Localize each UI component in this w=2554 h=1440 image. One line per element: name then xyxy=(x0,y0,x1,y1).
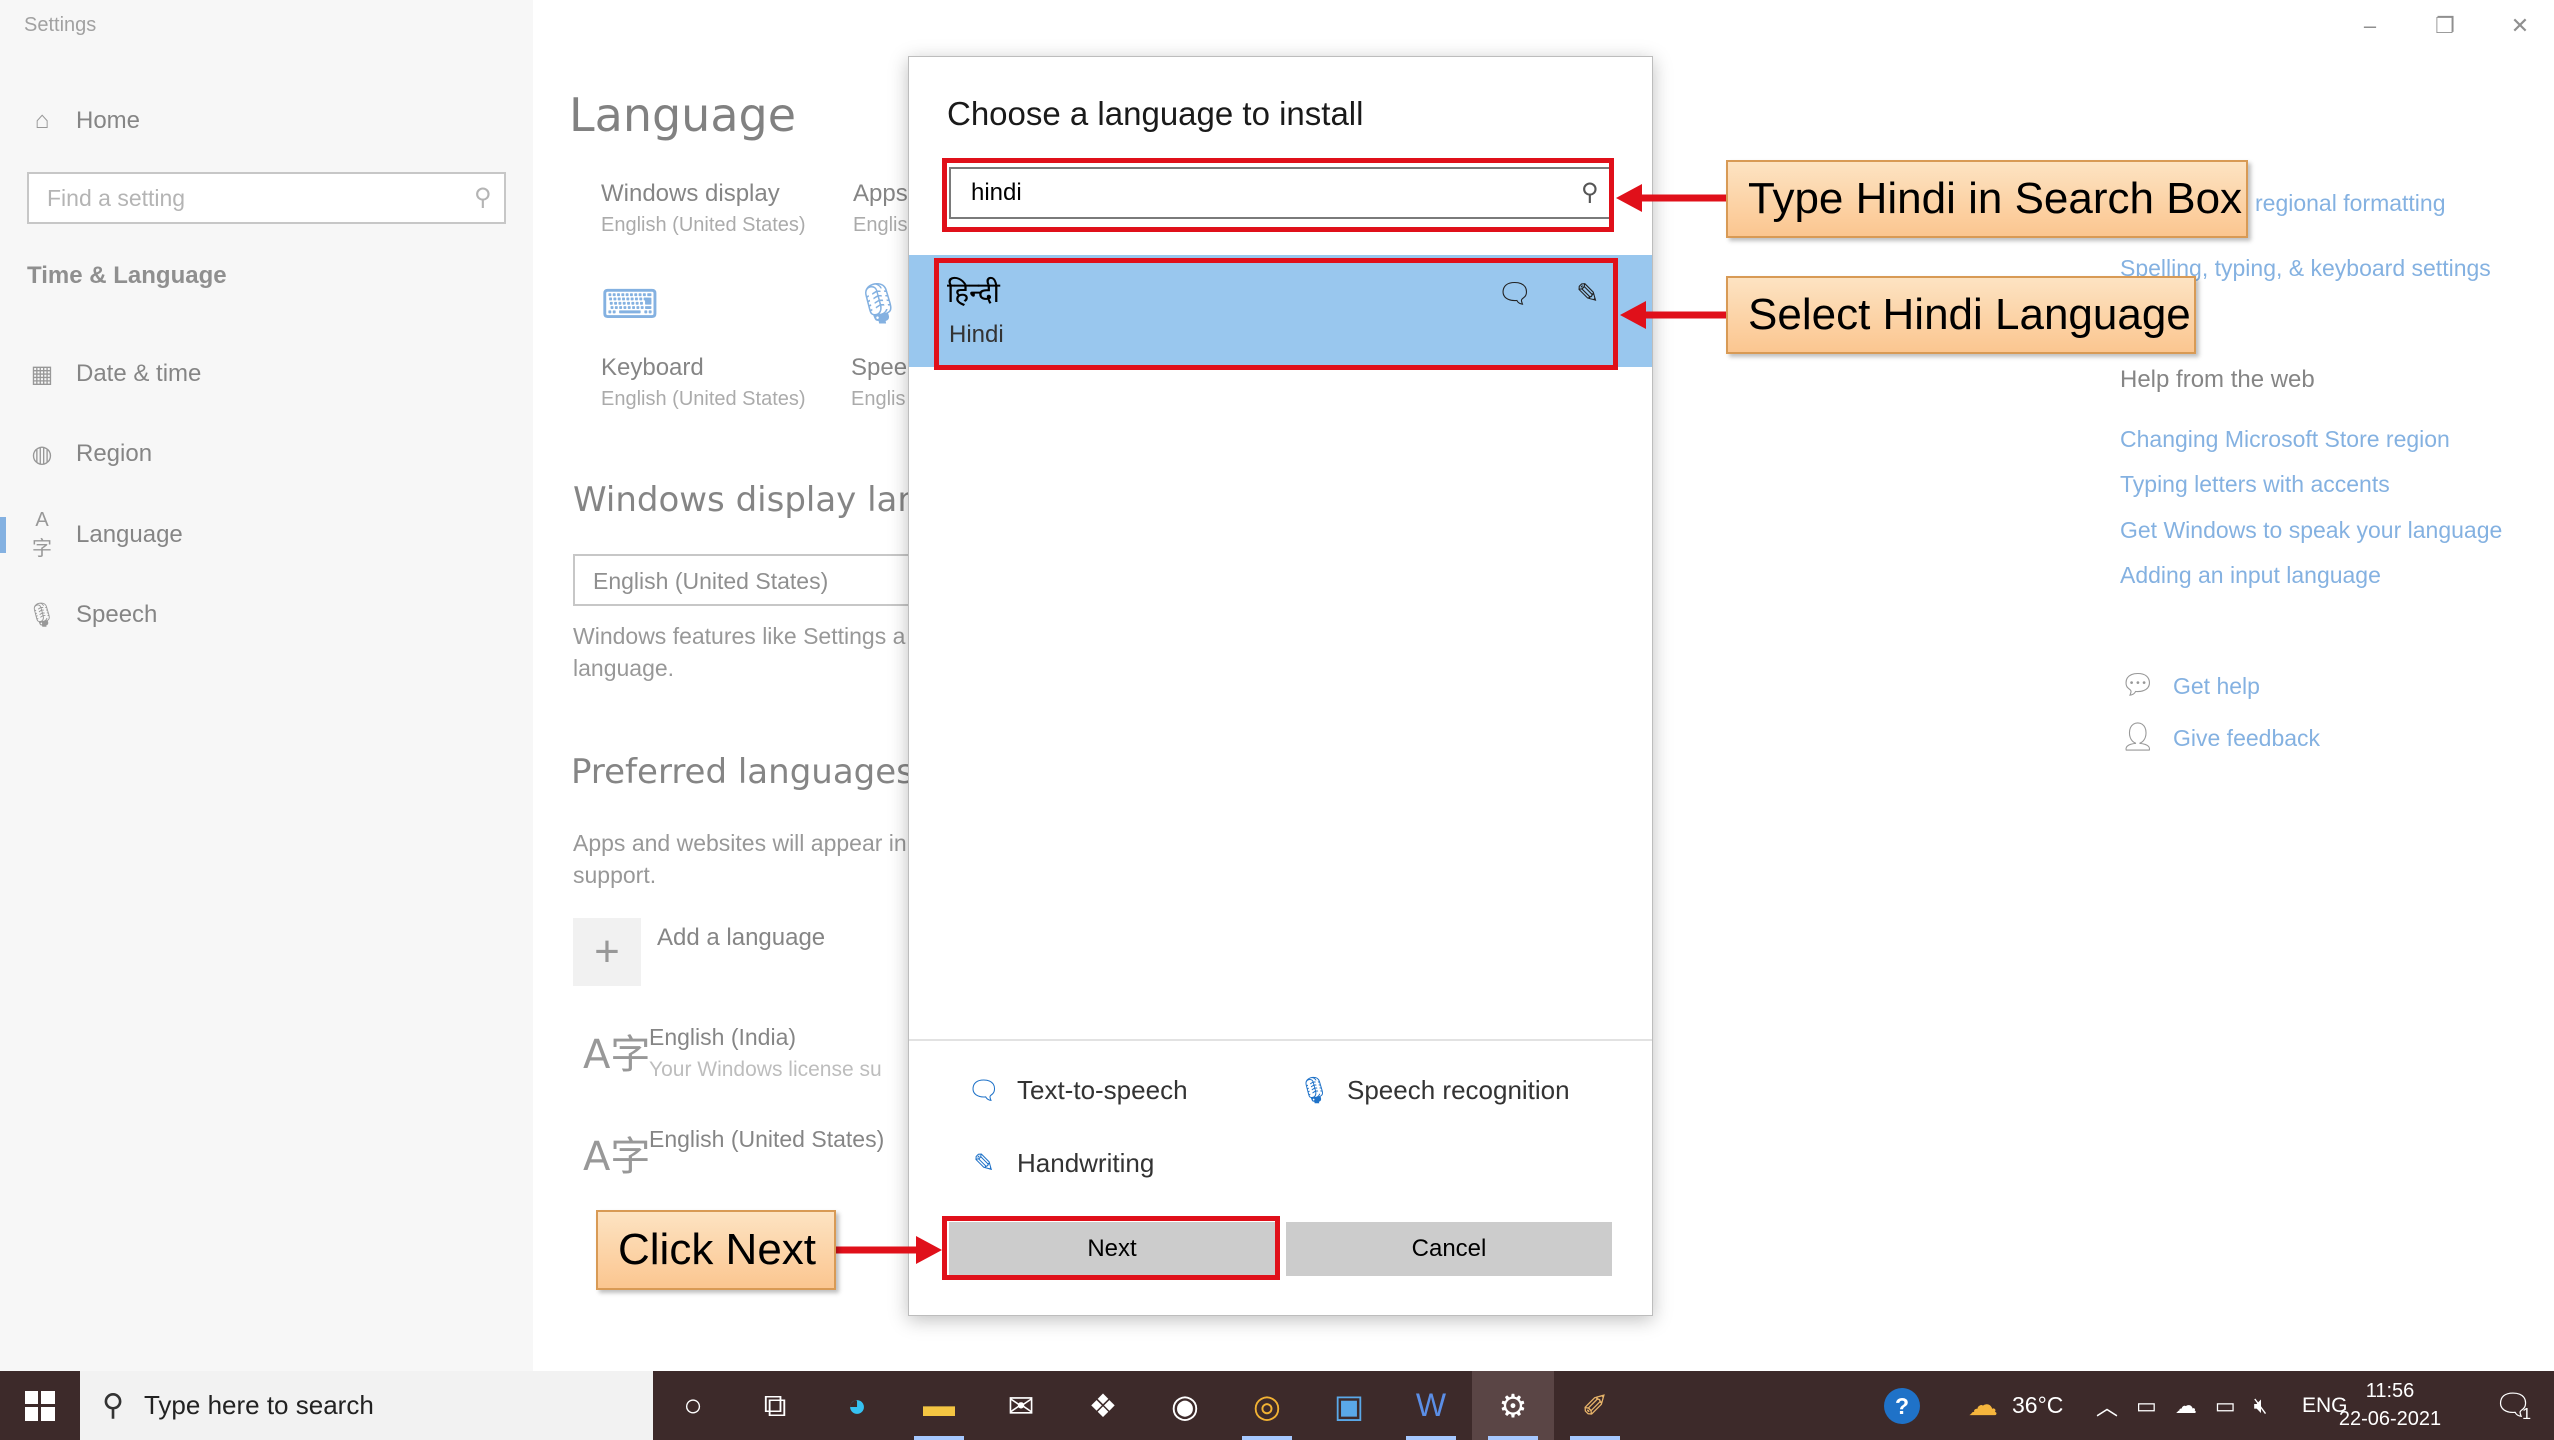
dialog-title: Choose a language to install xyxy=(947,95,1364,132)
highlight-hindi-result xyxy=(934,258,1618,370)
settings-window: ⌂ Home ⚲ Time & Language ▦ Date & time ◍… xyxy=(0,0,2554,1371)
highlight-search-box xyxy=(942,158,1614,232)
clock-date: 22-06-2021 xyxy=(2338,1408,2442,1430)
outlook-icon[interactable]: ▣ xyxy=(1308,1371,1390,1440)
feature-label: Speech recognition xyxy=(1347,1075,1570,1105)
arrow-left-icon xyxy=(1620,301,1726,329)
search-icon: ⚲ xyxy=(102,1389,124,1422)
start-button[interactable] xyxy=(0,1371,80,1440)
callout-next: Click Next xyxy=(596,1210,836,1290)
arrow-right-icon xyxy=(836,1236,942,1264)
settings-icon[interactable]: ⚙ xyxy=(1472,1371,1554,1440)
word-icon[interactable]: W xyxy=(1390,1371,1472,1440)
volume-mute-icon: 🔇︎ xyxy=(2253,1392,2268,1418)
app-icon[interactable]: ◉ xyxy=(1144,1371,1226,1440)
edge-icon[interactable]: ◕ xyxy=(816,1371,898,1440)
taskbar-search-box[interactable]: ⚲ Type here to search xyxy=(80,1371,653,1440)
feature-label: Text-to-speech xyxy=(1017,1075,1188,1105)
weather-temp: 36°C xyxy=(2012,1392,2064,1418)
text-to-speech-icon: 🗨︎ xyxy=(967,1075,1001,1105)
chrome-icon[interactable]: ◎ xyxy=(1226,1371,1308,1440)
microphone-icon: 🎙︎ xyxy=(1297,1075,1331,1105)
taskbar-search-placeholder: Type here to search xyxy=(143,1390,374,1420)
taskbar: ⚲ Type here to search ○ ⧉ ◕ ▬ ✉ ❖ ◉ ◎ ▣ … xyxy=(0,1371,2554,1440)
handwriting-icon: ✎ xyxy=(973,1148,995,1178)
onedrive-icon: ☁ xyxy=(2174,1392,2197,1418)
cortana-icon[interactable]: ○ xyxy=(652,1371,734,1440)
feature-text-to-speech: 🗨︎ Text-to-speech xyxy=(967,1075,1188,1106)
cancel-button[interactable]: Cancel xyxy=(1286,1222,1612,1276)
divider xyxy=(909,1039,1652,1041)
feature-label: Handwriting xyxy=(1017,1148,1155,1178)
mail-icon[interactable]: ✉ xyxy=(980,1371,1062,1440)
dropbox-icon[interactable]: ❖ xyxy=(1062,1371,1144,1440)
clock[interactable]: 11:56 22-06-2021 xyxy=(2330,1377,2450,1433)
system-tray-icons[interactable]: ︿ ▭ ☁ ▭ 🔇︎ xyxy=(2096,1371,2267,1440)
highlight-next-button xyxy=(942,1216,1280,1280)
battery-icon: ▭ xyxy=(2214,1392,2236,1418)
notifications-button[interactable]: 🗨︎ 1 xyxy=(2494,1371,2532,1440)
help-tray-icon[interactable]: ? xyxy=(1884,1371,1920,1440)
devices-icon: ▭ xyxy=(2136,1392,2157,1418)
weather-icon: ☁ xyxy=(1968,1389,1998,1422)
arrow-left-icon xyxy=(1616,184,1726,212)
chevron-up-icon: ︿ xyxy=(2096,1394,2119,1420)
choose-language-dialog: Choose a language to install ⚲ हिन्दी Hi… xyxy=(908,56,1653,1316)
feature-speech-recognition: 🎙︎ Speech recognition xyxy=(1297,1075,1570,1106)
paint-icon[interactable]: ✐ xyxy=(1554,1371,1636,1440)
task-view-icon[interactable]: ⧉ xyxy=(734,1371,816,1440)
notification-count: 1 xyxy=(2522,1405,2531,1423)
file-explorer-icon[interactable]: ▬ xyxy=(898,1371,980,1440)
windows-logo-icon xyxy=(25,1390,55,1421)
callout-select: Select Hindi Language xyxy=(1726,276,2196,354)
weather-tray[interactable]: ☁ 36°C xyxy=(1968,1371,2063,1440)
feature-handwriting: ✎ Handwriting xyxy=(967,1148,1154,1179)
callout-search: Type Hindi in Search Box xyxy=(1726,160,2248,238)
clock-time: 11:56 xyxy=(2365,1380,2415,1402)
